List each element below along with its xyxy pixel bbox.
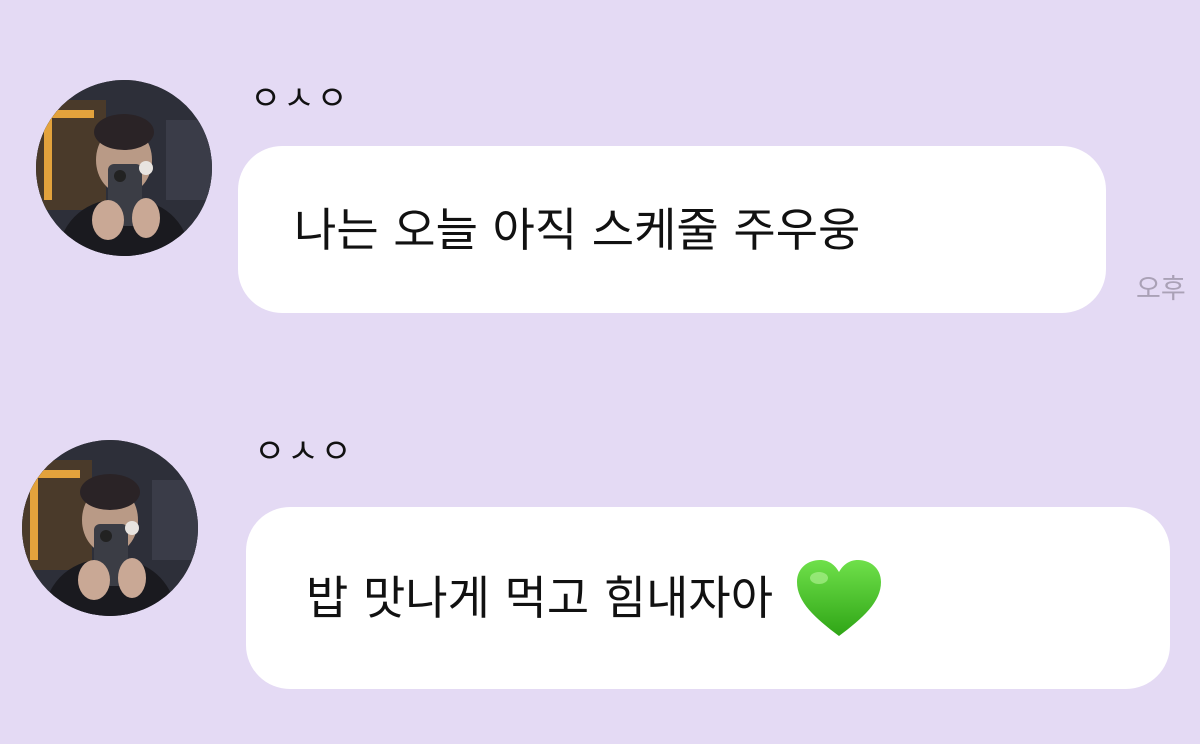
avatar[interactable] xyxy=(36,80,212,256)
sender-name: ㅇㅅㅇ xyxy=(254,432,354,472)
message-text: 나는 오늘 아직 스케줄 주우웅 xyxy=(294,202,861,257)
message-text: 밥 맛나게 먹고 힘내자아 xyxy=(306,571,774,625)
sender-name: ㅇㅅㅇ xyxy=(250,79,350,119)
green-heart-icon xyxy=(795,558,883,638)
message-bubble[interactable]: 나는 오늘 아직 스케줄 주우웅 xyxy=(238,146,1106,313)
message-bubble[interactable]: 밥 맛나게 먹고 힘내자아 xyxy=(246,507,1170,689)
avatar[interactable] xyxy=(22,440,198,616)
message-timestamp: 오후 xyxy=(1136,274,1186,305)
